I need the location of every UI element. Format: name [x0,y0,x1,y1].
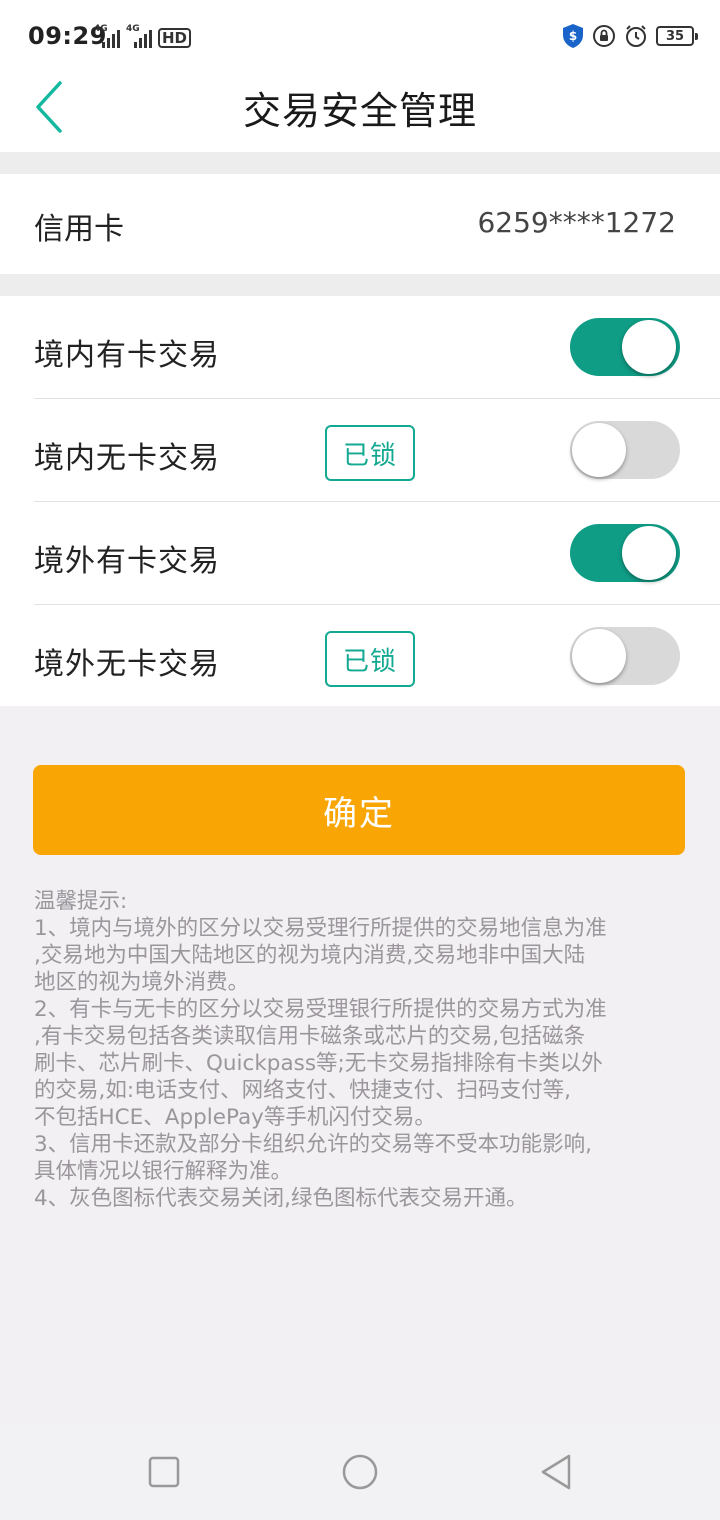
switch-knob [622,320,676,374]
tips-title: 温馨提示: [34,889,128,914]
overseas-card-not-present-switch[interactable] [570,627,680,685]
toggle-label: 境内无卡交易 [34,441,220,476]
tips-line: 不包括HCE、ApplePay等手机闪付交易。 [34,1105,436,1130]
tips-line: 地区的视为境外消费。 [34,970,250,995]
hd-icon: HD [158,28,192,48]
svg-text:$: $ [569,29,577,43]
tips-line: ,交易地为中国大陆地区的视为境内消费,交易地非中国大陆 [34,943,586,968]
header: 交易安全管理 [0,72,720,152]
system-indicators: $ 35 [562,22,698,50]
section-divider [0,152,720,174]
back-nav-button[interactable] [536,1452,576,1492]
lock-rotation-icon [593,25,615,47]
signal-icon: 4G [126,24,152,48]
card-type-label: 信用卡 [34,212,124,247]
locked-badge: 已锁 [325,631,415,687]
tips-line: 具体情况以银行解释为准。 [34,1159,293,1184]
switch-knob [572,423,626,477]
signal-icon: 4G [94,24,120,48]
domestic-card-not-present-switch[interactable] [570,421,680,479]
tips-line: 4、灰色图标代表交易关闭,绿色图标代表交易开通。 [34,1186,528,1211]
home-button[interactable] [340,1452,380,1492]
confirm-button[interactable]: 确定 [33,765,685,855]
system-nav-bar [0,1422,720,1520]
section-divider [0,274,720,296]
recent-apps-button[interactable] [144,1452,184,1492]
overseas-card-present-switch[interactable] [570,524,680,582]
tips-line: 的交易,如:电话支付、网络支付、快捷支付、扫码支付等, [34,1078,571,1103]
recent-apps-icon [148,1456,180,1488]
battery-icon: 35 [656,26,698,46]
toggle-row-overseas-card-not-present: 境外无卡交易 已锁 [0,605,720,708]
transaction-toggle-list: 境内有卡交易 境内无卡交易 已锁 境外有卡交易 境外无卡交易 已锁 [0,296,720,706]
toggle-row-domestic-card-present: 境内有卡交易 [0,296,720,399]
switch-knob [622,526,676,580]
status-bar: 09:29 4G 4G HD $ 35 [0,0,720,72]
domestic-card-present-switch[interactable] [570,318,680,376]
toggle-label: 境内有卡交易 [34,338,220,373]
tips-line: 刷卡、芯片刷卡、Quickpass等;无卡交易指排除有卡类以外 [34,1051,603,1076]
tips-line: 2、有卡与无卡的区分以交易受理银行所提供的交易方式为准 [34,997,607,1022]
tips-line: ,有卡交易包括各类读取信用卡磁条或芯片的交易,包括磁条 [34,1024,586,1049]
locked-badge: 已锁 [325,425,415,481]
alarm-icon [626,25,646,47]
switch-knob [572,629,626,683]
tips-line: 3、信用卡还款及部分卡组织允许的交易等不受本功能影响, [34,1132,593,1157]
toggle-label: 境外无卡交易 [34,647,220,682]
shield-icon: $ [563,24,583,48]
card-number: 6259****1272 [477,206,676,239]
back-icon [541,1454,571,1490]
toggle-row-domestic-card-not-present: 境内无卡交易 已锁 [0,399,720,502]
toggle-row-overseas-card-present: 境外有卡交易 [0,502,720,605]
card-info-row: 信用卡 6259****1272 [0,174,720,274]
toggle-label: 境外有卡交易 [34,544,220,579]
home-icon [342,1454,378,1490]
tips-section: 温馨提示: 1、境内与境外的区分以交易受理行所提供的交易地信息为准 ,交易地为中… [34,888,686,1212]
page-title: 交易安全管理 [242,89,477,133]
tips-line: 1、境内与境外的区分以交易受理行所提供的交易地信息为准 [34,916,607,941]
network-indicators: 4G 4G HD [94,24,192,48]
